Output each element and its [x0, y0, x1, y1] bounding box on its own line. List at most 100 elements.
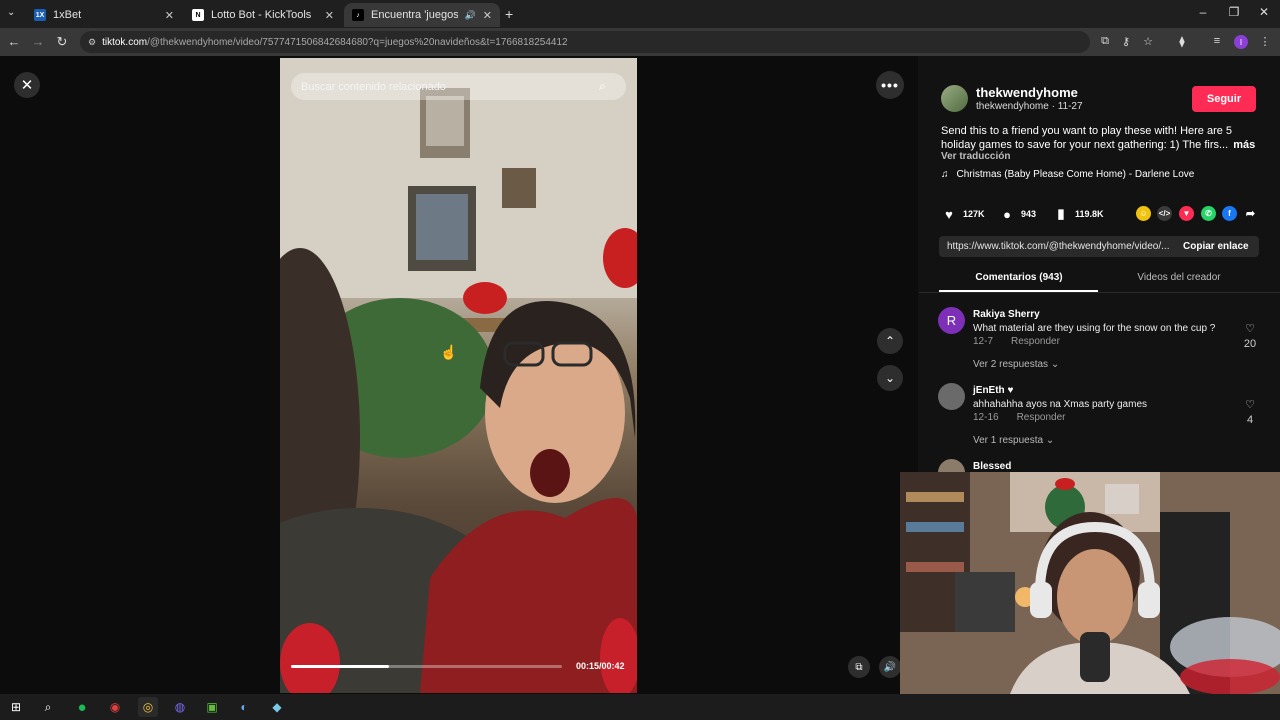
app-icon[interactable]: ◆: [267, 697, 287, 717]
search-icon[interactable]: ⌕: [38, 697, 58, 717]
more-link[interactable]: más: [1233, 139, 1255, 151]
spotify-icon[interactable]: ●: [72, 697, 92, 717]
new-tab-icon[interactable]: +: [505, 6, 513, 22]
save-count: 119.8K: [1075, 209, 1104, 219]
tab-close-icon[interactable]: ✕: [165, 9, 174, 22]
reload-icon[interactable]: ↻: [54, 35, 70, 49]
webcam-overlay: [900, 472, 1280, 694]
copy-link-button[interactable]: Copiar enlace: [1173, 241, 1249, 252]
whatsapp-icon[interactable]: ✆: [1201, 206, 1216, 221]
tab-tiktok[interactable]: ♪ Encuentra 'juegos navideñ 🔊 ✕: [344, 3, 500, 27]
tab-close-icon[interactable]: ✕: [325, 9, 334, 22]
music-note-icon: ♫: [941, 169, 949, 180]
tab-lotto-bot[interactable]: N Lotto Bot - KickTools ✕: [184, 3, 342, 27]
previous-video-chevron-up-icon[interactable]: ⌃: [877, 328, 903, 354]
creator-avatar[interactable]: [941, 85, 968, 112]
comment-count: 943: [1021, 209, 1037, 219]
install-app-icon[interactable]: ⧉: [1097, 35, 1113, 48]
commenter-avatar[interactable]: R: [938, 307, 965, 334]
tab-title: 1xBet: [53, 9, 82, 21]
send-share-icon[interactable]: ▼: [1179, 206, 1194, 221]
view-replies-link[interactable]: Ver 2 respuestas ⌄: [973, 359, 1059, 370]
windows-start-icon[interactable]: ⊞: [6, 697, 26, 717]
app-icon[interactable]: ◉: [105, 697, 125, 717]
comment-like-heart-icon[interactable]: ♡: [1241, 323, 1259, 336]
minimize-icon[interactable]: –: [1193, 5, 1213, 19]
video-description: Send this to a friend you want to play t…: [941, 124, 1259, 152]
creator-username[interactable]: thekwendyhome: [976, 85, 1078, 100]
heart-icon[interactable]: ♥: [941, 206, 957, 222]
comment-like-count: 20: [1243, 338, 1257, 350]
gift-share-icon[interactable]: ☺: [1136, 206, 1151, 221]
minecraft-icon[interactable]: ▣: [202, 697, 222, 717]
commenter-name[interactable]: jEnEth ♥: [973, 385, 1013, 396]
video-time: 00:15/00:42: [576, 661, 625, 671]
reply-link[interactable]: Responder: [1011, 336, 1060, 347]
tab-search-dropdown-icon[interactable]: ⌄: [7, 7, 15, 18]
share-link-url[interactable]: https://www.tiktok.com/@thekwendyhome/vi…: [939, 241, 1173, 252]
reply-link[interactable]: Responder: [1017, 412, 1066, 423]
related-search-bar[interactable]: ⌕: [291, 73, 626, 100]
facebook-icon[interactable]: f: [1222, 206, 1237, 221]
tiktok-favicon-icon: ♪: [352, 9, 364, 21]
tab-1xbet[interactable]: 1X 1xBet ✕: [26, 3, 182, 27]
bookmark-star-icon[interactable]: ☆: [1140, 35, 1156, 48]
search-icon[interactable]: ⌕: [599, 79, 606, 94]
site-info-icon[interactable]: ⚙: [88, 37, 96, 48]
forward-icon[interactable]: →: [30, 35, 46, 49]
browser-menu-icon[interactable]: ⋮: [1257, 35, 1273, 48]
bookmark-icon[interactable]: ▮: [1053, 206, 1069, 222]
restore-icon[interactable]: ❐: [1224, 5, 1244, 19]
music-link[interactable]: ♫ Christmas (Baby Please Come Home) - Da…: [941, 169, 1194, 180]
comment-stat[interactable]: ● 943: [999, 206, 1036, 222]
speaker-icon[interactable]: 🔊: [465, 10, 476, 21]
url-path: /@thekwendyhome/video/757747150684268468…: [147, 36, 568, 48]
chrome-icon[interactable]: ◎: [138, 697, 158, 717]
discord-icon[interactable]: ◍: [170, 697, 190, 717]
like-count: 127K: [963, 209, 985, 219]
translate-link[interactable]: Ver traducción: [941, 151, 1010, 162]
comment-like-heart-icon[interactable]: ♡: [1241, 399, 1259, 412]
comment-date: 12-7: [973, 336, 994, 347]
share-arrow-icon[interactable]: ➦: [1243, 206, 1258, 221]
comment-icon[interactable]: ●: [999, 206, 1015, 222]
tab-title: Lotto Bot - KickTools: [211, 9, 312, 21]
description-text: Send this to a friend you want to play t…: [941, 125, 1233, 151]
password-key-icon[interactable]: ⚷: [1118, 35, 1134, 48]
comment-meta: 12-7 Responder: [973, 336, 1060, 347]
mouse-cursor-icon: ☝: [440, 344, 458, 360]
video-progress-bar[interactable]: [291, 665, 562, 668]
like-stat[interactable]: ♥ 127K: [941, 206, 985, 222]
commenter-name[interactable]: Rakiya Sherry: [973, 309, 1040, 320]
related-search-input[interactable]: [301, 80, 591, 93]
more-options-icon[interactable]: •••: [876, 71, 904, 99]
save-stat[interactable]: ▮ 119.8K: [1053, 206, 1104, 222]
extensions-icon[interactable]: ⧫: [1174, 35, 1190, 48]
floating-player-icon[interactable]: ⧉: [848, 656, 870, 678]
embed-code-icon[interactable]: </>: [1157, 206, 1172, 221]
steam-icon[interactable]: ◐: [234, 697, 254, 717]
profile-avatar[interactable]: I: [1234, 35, 1248, 49]
commenter-avatar[interactable]: [938, 383, 965, 410]
view-replies-link[interactable]: Ver 1 respuesta ⌄: [973, 435, 1054, 446]
commenter-name[interactable]: Blessed: [973, 461, 1011, 472]
1xbet-favicon-icon: 1X: [34, 9, 46, 21]
next-video-chevron-down-icon[interactable]: ⌄: [877, 365, 903, 391]
url-domain: tiktok.com: [102, 36, 148, 48]
back-icon[interactable]: ←: [6, 35, 22, 49]
address-bar[interactable]: ⚙ tiktok.com /@thekwendyhome/video/75774…: [80, 31, 1090, 53]
follow-button[interactable]: Seguir: [1192, 86, 1256, 112]
tab-close-icon[interactable]: ✕: [483, 9, 492, 22]
tab-comments[interactable]: Comentarios (943): [939, 272, 1099, 283]
close-video-button[interactable]: ✕: [14, 72, 40, 98]
video-player[interactable]: [280, 58, 637, 693]
volume-icon[interactable]: 🔊: [879, 656, 901, 678]
notion-favicon-icon: N: [192, 9, 204, 21]
media-controls-icon[interactable]: ≡: [1209, 35, 1225, 47]
creator-subline: thekwendyhome · 11-27: [976, 101, 1083, 112]
webcam-image: [900, 472, 1280, 694]
music-title: Christmas (Baby Please Come Home) - Darl…: [956, 169, 1195, 180]
tab-creator-videos[interactable]: Videos del creador: [1099, 272, 1259, 283]
comment-date: 12-16: [973, 412, 999, 423]
close-window-icon[interactable]: ✕: [1254, 5, 1274, 19]
